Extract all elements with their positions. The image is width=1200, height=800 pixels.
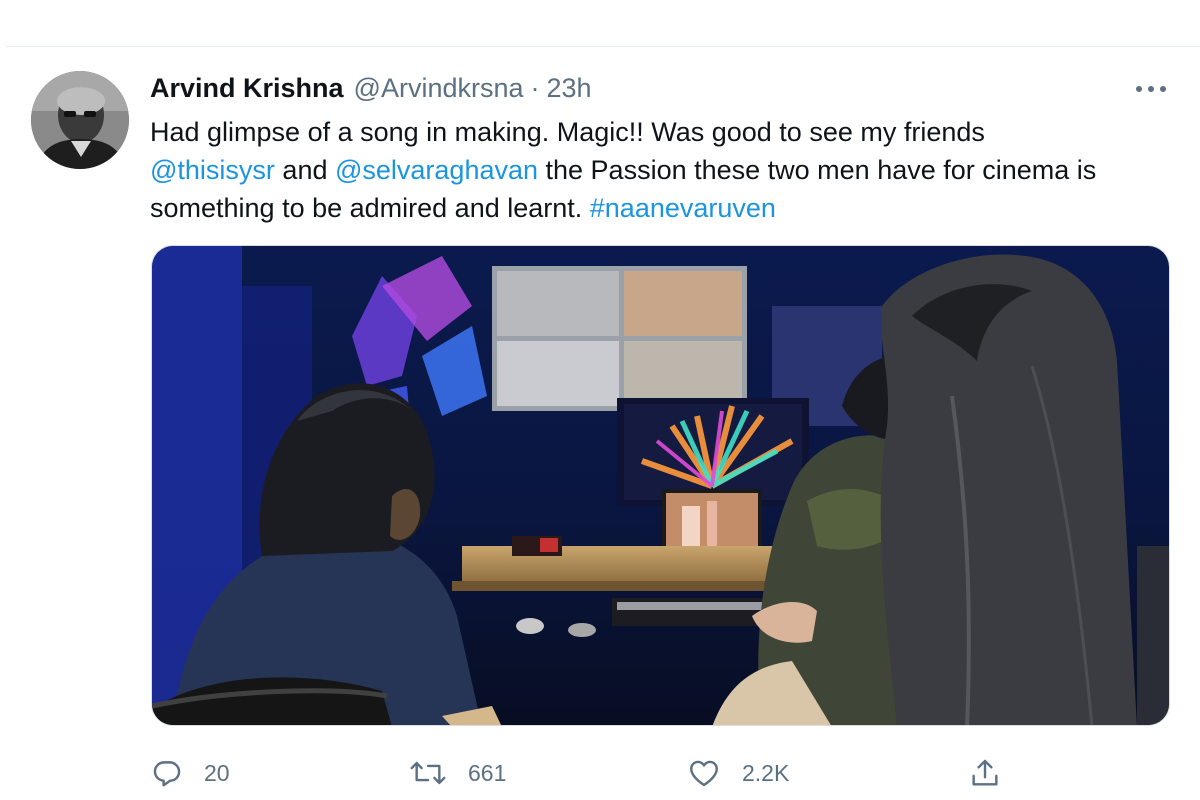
more-options-button[interactable] xyxy=(1130,77,1172,101)
like-button[interactable]: 2.2K xyxy=(686,755,789,791)
tweet-header: Arvind Krishna @Arvindkrsna · 23h xyxy=(150,73,592,105)
photo-icon xyxy=(152,246,1169,725)
tweet-media-photo[interactable] xyxy=(151,245,1170,726)
reply-button[interactable]: 20 xyxy=(150,755,230,791)
retweet-button[interactable]: 661 xyxy=(408,755,506,791)
mention-link-selvaraghavan[interactable]: @selvaraghavan xyxy=(335,155,538,185)
author-handle[interactable]: @Arvindkrsna xyxy=(354,73,524,104)
tweet-text-part: and xyxy=(274,155,335,185)
reply-icon xyxy=(153,761,181,787)
like-count: 2.2K xyxy=(742,759,790,786)
reply-count: 20 xyxy=(204,759,230,786)
more-icon xyxy=(1136,86,1166,92)
tweet[interactable]: Arvind Krishna @Arvindkrsna · 23h Had gl… xyxy=(0,47,1200,800)
tweet-text: Had glimpse of a song in making. Magic!!… xyxy=(150,113,1170,227)
mention-link-thisisysr[interactable]: @thisisysr xyxy=(150,155,275,185)
like-icon xyxy=(690,760,718,787)
share-button[interactable] xyxy=(968,755,1002,791)
author-name[interactable]: Arvind Krishna xyxy=(150,73,344,104)
avatar[interactable] xyxy=(31,71,129,169)
tweet-timestamp[interactable]: 23h xyxy=(547,73,592,104)
hashtag-link[interactable]: #naanevaruven xyxy=(590,193,776,223)
avatar-image xyxy=(31,71,129,169)
separator-dot: · xyxy=(530,73,540,103)
retweet-count: 661 xyxy=(468,759,507,786)
tweet-text-part: Had glimpse of a song in making. Magic!!… xyxy=(150,117,985,147)
tweet-actions: 20 661 2.2K xyxy=(150,755,1010,791)
retweet-icon xyxy=(410,761,446,785)
share-icon xyxy=(972,759,998,786)
